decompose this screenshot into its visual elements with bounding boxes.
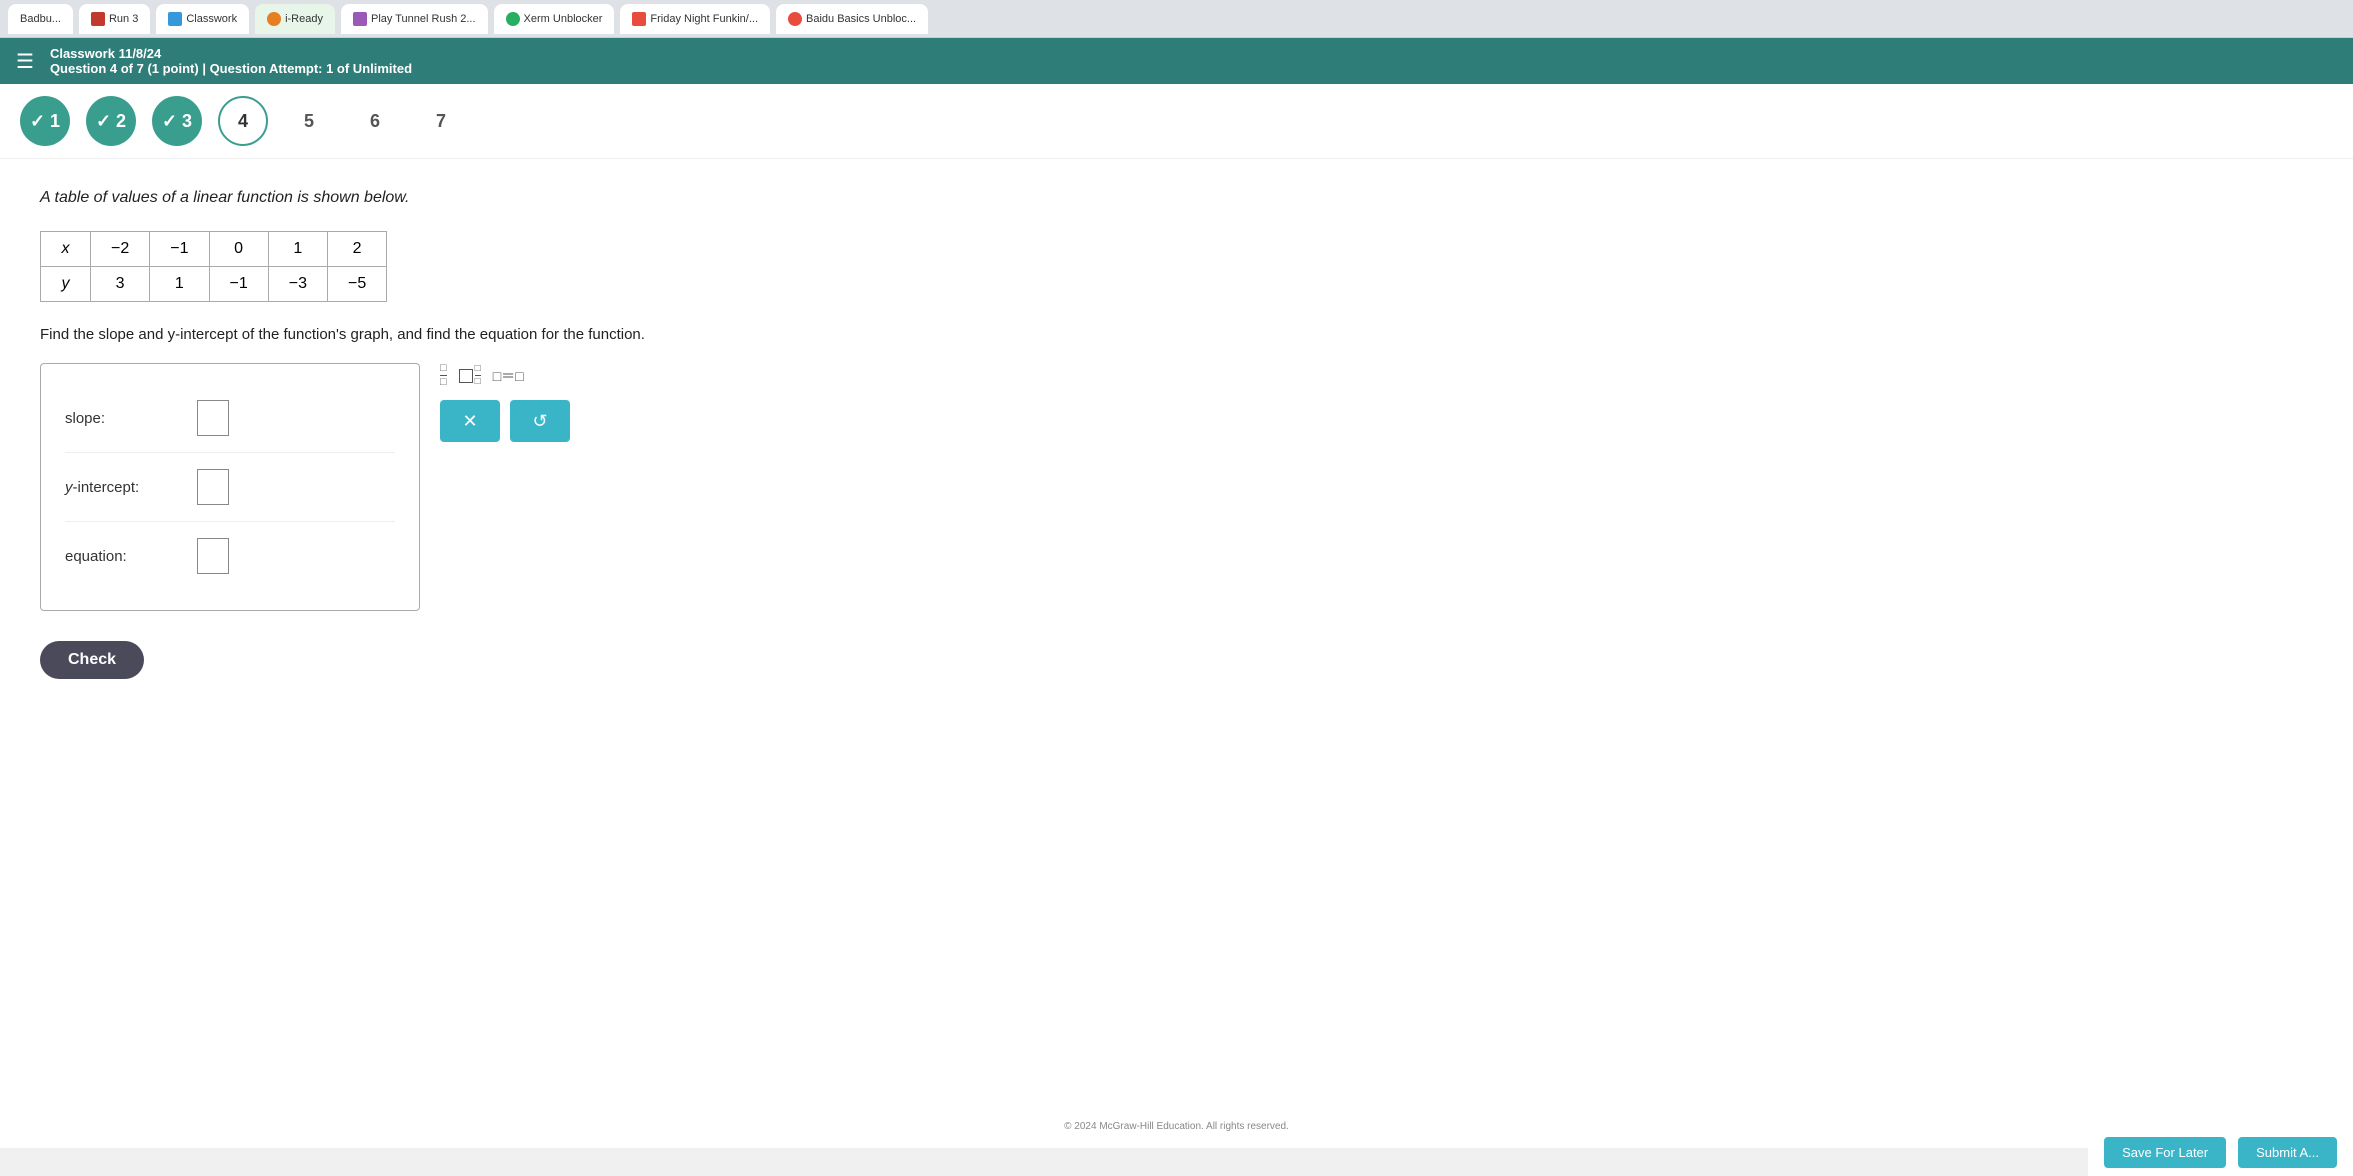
clear-button[interactable]: ✕ — [440, 400, 500, 442]
y-val-3: −1 — [209, 267, 268, 302]
question-bubble-3[interactable]: ✓ 3 — [152, 96, 202, 146]
header-info: Classwork 11/8/24 Question 4 of 7 (1 poi… — [50, 46, 412, 76]
content-area: A table of values of a linear function i… — [0, 159, 900, 709]
question-info: Question 4 of 7 (1 point) | Question Att… — [50, 61, 412, 76]
y-intercept-label: y-intercept: — [65, 479, 185, 496]
y-intercept-input[interactable] — [197, 469, 229, 505]
bubble-4-label: 4 — [238, 111, 248, 132]
header-bar: ☰ Classwork 11/8/24 Question 4 of 7 (1 p… — [0, 38, 2353, 84]
x-val-1: −2 — [91, 232, 150, 267]
tab-run3-label: Run 3 — [109, 13, 138, 25]
tab-iready[interactable]: i-Ready — [255, 4, 335, 34]
math-toolbar: □ □ □ □ — [440, 363, 570, 442]
slope-row: slope: — [65, 384, 395, 453]
action-buttons: ✕ ↺ — [440, 400, 570, 442]
slope-input[interactable] — [197, 400, 229, 436]
y-val-2: 1 — [150, 267, 209, 302]
slope-label: slope: — [65, 410, 185, 427]
x-val-2: −1 — [150, 232, 209, 267]
x-val-5: 2 — [328, 232, 387, 267]
bubble-1-label: ✓ 1 — [30, 111, 60, 132]
undo-button[interactable]: ↺ — [510, 400, 570, 442]
table-row-y: y 3 1 −1 −3 −5 — [41, 267, 387, 302]
question-bubble-4[interactable]: 4 — [218, 96, 268, 146]
tab-classwork-label: Classwork — [186, 13, 237, 25]
y-intercept-row: y-intercept: — [65, 453, 395, 522]
tab-fnf-label: Friday Night Funkin/... — [650, 13, 758, 25]
tab-classwork[interactable]: Classwork — [156, 4, 249, 34]
copyright-text: © 2024 McGraw-Hill Education. All rights… — [0, 1117, 2353, 1136]
question-navigation: ✓ 1 ✓ 2 ✓ 3 4 5 6 7 — [0, 84, 2353, 159]
mixed-fraction-button[interactable]: □ □ — [459, 364, 481, 387]
x-val-3: 0 — [209, 232, 268, 267]
save-for-later-button[interactable]: Save For Later — [2104, 1137, 2226, 1168]
y-val-1: 3 — [91, 267, 150, 302]
tab-badbu[interactable]: Badbu... — [8, 4, 73, 34]
fraction-button[interactable]: □ □ — [440, 363, 447, 388]
x-label: x — [41, 232, 91, 267]
question-bubble-5[interactable]: 5 — [284, 96, 334, 146]
classwork-date: Classwork 11/8/24 — [50, 46, 412, 61]
table-row-x: x −2 −1 0 1 2 — [41, 232, 387, 267]
fnf-icon — [632, 12, 646, 26]
equals-box-button[interactable]: □＝□ — [493, 366, 524, 386]
iready-icon — [267, 12, 281, 26]
answer-section: slope: y-intercept: equation: — [40, 363, 860, 611]
tunnel-rush-icon — [353, 12, 367, 26]
find-text: Find the slope and y-intercept of the fu… — [40, 326, 860, 343]
tab-run3[interactable]: Run 3 — [79, 4, 150, 34]
run3-icon — [91, 12, 105, 26]
fraction-buttons: □ □ □ □ — [440, 363, 570, 388]
question-bubble-1[interactable]: ✓ 1 — [20, 96, 70, 146]
y-label: y — [41, 267, 91, 302]
fraction-icon: □ □ — [440, 363, 447, 388]
x-val-4: 1 — [268, 232, 327, 267]
tab-baidu[interactable]: Baidu Basics Unbloc... — [776, 4, 928, 34]
menu-icon[interactable]: ☰ — [16, 49, 34, 74]
check-button[interactable]: Check — [40, 641, 144, 679]
undo-icon: ↺ — [532, 411, 547, 432]
bubble-7-label: 7 — [436, 111, 446, 132]
tab-badbu-label: Badbu... — [20, 13, 61, 25]
equals-box-icon: □＝□ — [493, 366, 524, 386]
tab-fnf[interactable]: Friday Night Funkin/... — [620, 4, 770, 34]
tab-tunnel-rush[interactable]: Play Tunnel Rush 2... — [341, 4, 488, 34]
bubble-6-label: 6 — [370, 111, 380, 132]
xerm-icon — [506, 12, 520, 26]
question-bubble-2[interactable]: ✓ 2 — [86, 96, 136, 146]
equation-label: equation: — [65, 548, 185, 565]
tab-xerm[interactable]: Xerm Unblocker — [494, 4, 615, 34]
answer-input-container: slope: y-intercept: equation: — [40, 363, 420, 611]
classwork-icon — [168, 12, 182, 26]
browser-tab-bar: Badbu... Run 3 Classwork i-Ready Play Tu… — [0, 0, 2353, 38]
bubble-5-label: 5 — [304, 111, 314, 132]
question-text: A table of values of a linear function i… — [40, 189, 860, 207]
tab-iready-label: i-Ready — [285, 13, 323, 25]
y-val-5: −5 — [328, 267, 387, 302]
question-bubble-6[interactable]: 6 — [350, 96, 400, 146]
equation-row: equation: — [65, 522, 395, 590]
page-container: ☰ Classwork 11/8/24 Question 4 of 7 (1 p… — [0, 38, 2353, 1148]
mixed-fraction-icon: □ □ — [459, 364, 481, 387]
x-icon: ✕ — [462, 411, 477, 432]
tab-xerm-label: Xerm Unblocker — [524, 13, 603, 25]
bubble-3-label: ✓ 3 — [162, 111, 192, 132]
tab-tunnel-rush-label: Play Tunnel Rush 2... — [371, 13, 476, 25]
bubble-2-label: ✓ 2 — [96, 111, 126, 132]
value-table: x −2 −1 0 1 2 y 3 1 −1 −3 −5 — [40, 231, 387, 302]
tab-baidu-label: Baidu Basics Unbloc... — [806, 13, 916, 25]
baidu-icon — [788, 12, 802, 26]
equation-input[interactable] — [197, 538, 229, 574]
y-val-4: −3 — [268, 267, 327, 302]
question-bubble-7[interactable]: 7 — [416, 96, 466, 146]
submit-button[interactable]: Submit A... — [2238, 1137, 2337, 1168]
bottom-bar: Save For Later Submit A... — [2088, 1129, 2353, 1176]
